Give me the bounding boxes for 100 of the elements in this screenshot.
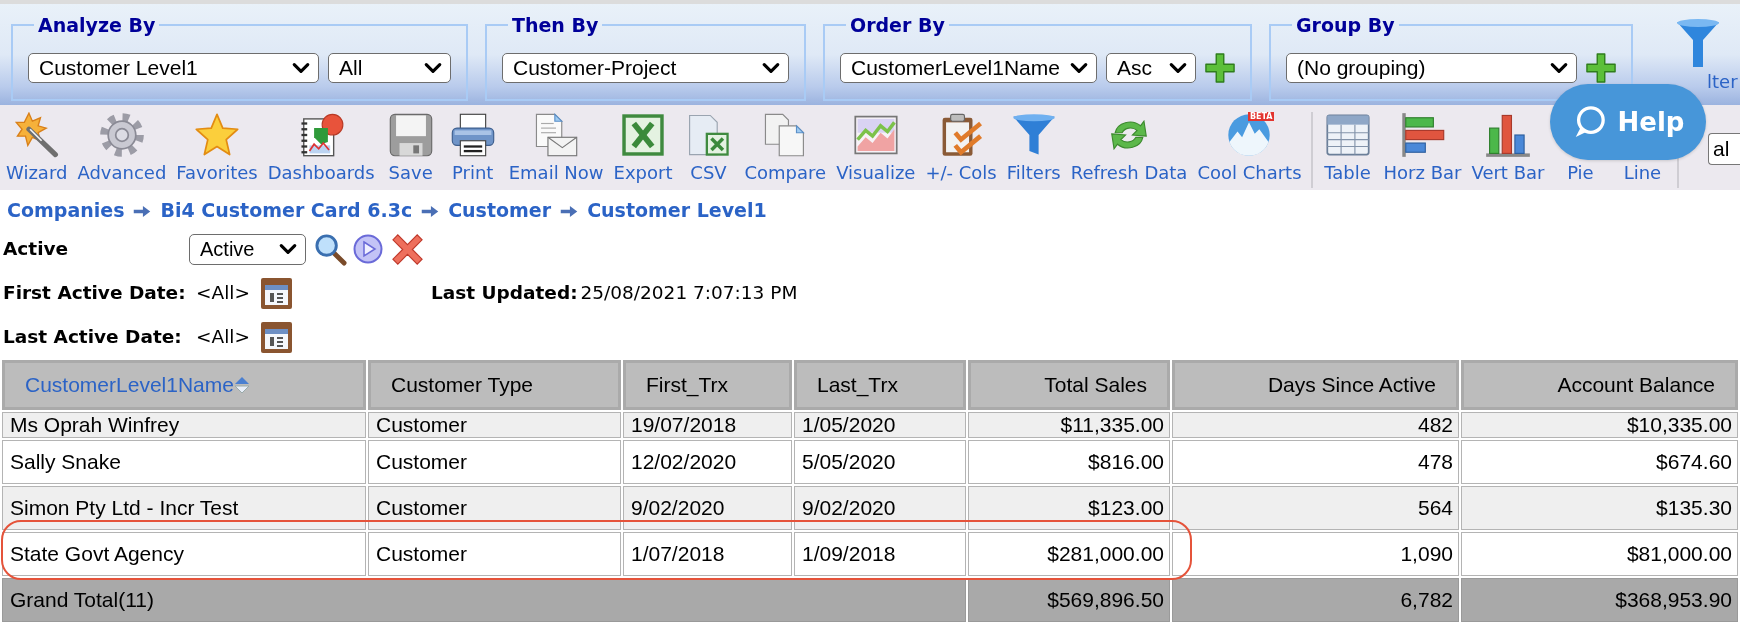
date-value: <All> (196, 281, 250, 305)
toolbar-button[interactable]: Horz Bar (1383, 112, 1462, 184)
chevron-down-icon (762, 62, 780, 74)
field-label: First Active Date: (3, 281, 187, 305)
toolbar-button[interactable]: Visualize (836, 112, 916, 184)
table-cell: State Govt Agency (2, 532, 366, 576)
arrow-right-icon (560, 205, 579, 217)
table-cell: Customer (368, 412, 621, 438)
dropdown[interactable]: All (328, 53, 451, 83)
help-button[interactable]: Help (1550, 84, 1706, 160)
plus-icon[interactable] (1586, 53, 1616, 83)
dropdown[interactable]: (No grouping) (1286, 53, 1577, 83)
view-dropdown[interactable]: al (1708, 133, 1740, 165)
mountain-circle-icon (1226, 112, 1273, 158)
table-cell: 1/09/2018 (794, 532, 966, 576)
table-cell: Customer (368, 486, 621, 530)
table-cell: 1/07/2018 (623, 532, 792, 576)
table-icon (1324, 112, 1371, 158)
calendar-icon[interactable] (259, 276, 293, 310)
column-header: First_Trx (623, 360, 792, 410)
table-cell: $816.00 (968, 440, 1170, 484)
notebook-chart-icon (298, 112, 345, 158)
table-cell: 9/02/2020 (794, 486, 966, 530)
table-cell: $81,000.00 (1461, 532, 1738, 576)
column-header: Last_Trx (794, 360, 966, 410)
table-cell: 564 (1172, 486, 1459, 530)
arrow-right-icon (421, 205, 440, 217)
toolbar-button[interactable]: Print (446, 112, 499, 184)
wand-icon (13, 112, 60, 158)
toolbar-button[interactable]: Advanced (77, 112, 167, 184)
filter-icon[interactable] (1676, 18, 1720, 68)
toolbar-button[interactable]: Email Now (508, 112, 604, 184)
toolbar-button[interactable]: Pie (1554, 162, 1607, 184)
panel-title: Group By (1295, 15, 1396, 35)
column-header: Account Balance (1461, 360, 1738, 410)
table-cell: $281,000.00 (968, 532, 1170, 576)
chevron-down-icon (279, 243, 297, 255)
breadcrumb-link[interactable]: Bi4 Customer Card 6.3c (160, 199, 413, 223)
table-cell: 1,090 (1172, 532, 1459, 576)
breadcrumb-link[interactable]: Customer Level1 (587, 199, 767, 223)
toolbar-button[interactable]: Favorites (176, 112, 258, 184)
table-cell: $368,953.90 (1461, 578, 1738, 622)
dropdown[interactable]: Asc (1106, 53, 1196, 83)
calendar-icon[interactable] (259, 320, 293, 354)
breadcrumb-link[interactable]: Companies (7, 199, 125, 223)
toolbar-button[interactable]: Refresh Data (1070, 112, 1188, 184)
table-cell: $123.00 (968, 486, 1170, 530)
column-header: Total Sales (968, 360, 1170, 410)
toolbar-button[interactable]: Export (613, 112, 673, 184)
dropdown[interactable]: Active (189, 233, 306, 265)
date-value: <All> (196, 325, 250, 349)
chevron-down-icon (292, 62, 310, 74)
table-cell: $569,896.50 (968, 578, 1170, 622)
table-cell: 19/07/2018 (623, 412, 792, 438)
arrow-right-icon (133, 205, 152, 217)
dropdown[interactable]: Customer Level1 (28, 53, 319, 83)
table-cell: 1/05/2020 (794, 412, 966, 438)
toolbar-button[interactable]: Wizard (6, 112, 68, 184)
plus-icon[interactable] (1205, 53, 1235, 83)
chevron-down-icon (424, 62, 442, 74)
panel-title: Analyze By (37, 15, 157, 35)
table-cell: Sally Snake (2, 440, 366, 484)
column-header[interactable]: CustomerLevel1Name (2, 360, 366, 410)
panel-title: Order By (849, 15, 946, 35)
table-cell: Grand Total(11) (2, 578, 966, 622)
toolbar-button[interactable]: Dashboards (267, 112, 375, 184)
table-cell: Ms Oprah Winfrey (2, 412, 366, 438)
search-icon[interactable] (314, 232, 347, 266)
table-cell: Customer (368, 440, 621, 484)
sort-link[interactable]: CustomerLevel1Name (25, 371, 250, 399)
breadcrumb-link[interactable]: Customer (448, 199, 552, 223)
dropdown[interactable]: CustomerLevel1Name (840, 53, 1097, 83)
table-cell: 482 (1172, 412, 1459, 438)
column-chart-icon (1484, 112, 1531, 158)
table-cell: 478 (1172, 440, 1459, 484)
spreadsheet-icon (620, 112, 666, 158)
close-icon[interactable] (391, 232, 424, 266)
dropdown[interactable]: Customer-Project (502, 53, 789, 83)
last-updated-value: 25/08/2021 7:07:13 PM (580, 281, 798, 305)
field-label: Last Updated: (430, 281, 578, 305)
toolbar-button[interactable]: Save (384, 112, 437, 184)
toolbar-button[interactable]: Filters (1006, 112, 1061, 184)
table-cell: 9/02/2020 (623, 486, 792, 530)
table-cell: 6,782 (1172, 578, 1459, 622)
filter-label[interactable]: lter (1707, 72, 1738, 92)
toolbar-button[interactable]: +/- Cols (925, 112, 997, 184)
column-header: Days Since Active (1172, 360, 1459, 410)
toolbar-button[interactable]: Vert Bar (1471, 112, 1545, 184)
play-icon[interactable] (353, 234, 383, 264)
field-label: Last Active Date: (3, 325, 183, 349)
filter-icon (1010, 112, 1057, 158)
toolbar-button[interactable]: Compare (744, 112, 827, 184)
table-cell: $135.30 (1461, 486, 1738, 530)
chevron-down-icon (1070, 62, 1088, 74)
toolbar-button[interactable]: CSV (682, 112, 735, 184)
toolbar-button[interactable]: Line (1616, 162, 1669, 184)
toolbar-button[interactable]: Table (1321, 112, 1374, 184)
table-cell: $11,335.00 (968, 412, 1170, 438)
toolbar-button[interactable]: BETA Cool Charts (1197, 112, 1302, 184)
panel-title: Then By (511, 15, 600, 35)
